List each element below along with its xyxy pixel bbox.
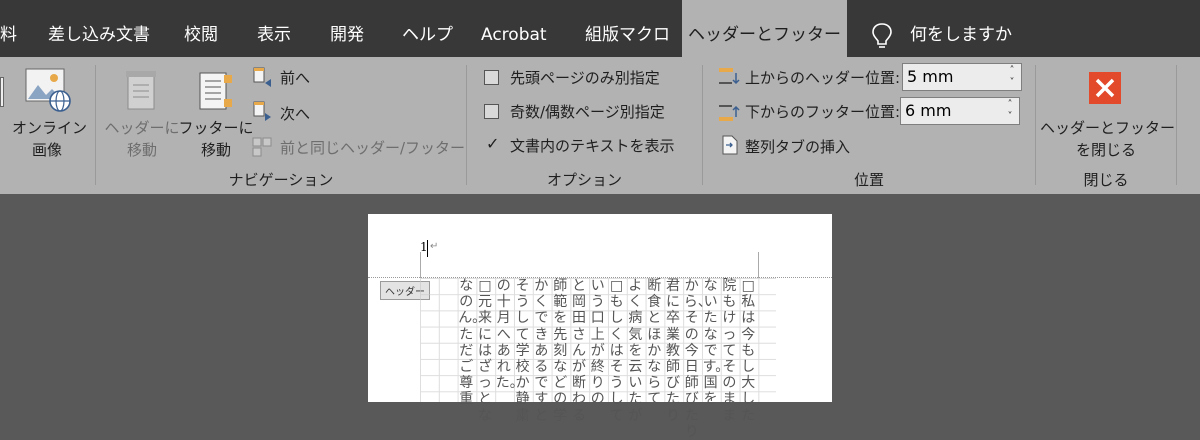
options-group-label: オプション xyxy=(546,171,622,189)
separator xyxy=(702,65,703,185)
close-header-footer-icon[interactable] xyxy=(1088,71,1122,105)
tab-help[interactable]: ヘルプ xyxy=(402,0,453,57)
separator xyxy=(95,65,96,185)
online-image-label-1: オンライン xyxy=(12,119,88,137)
next-label[interactable]: 次へ xyxy=(280,103,310,124)
tab-acrobat[interactable]: Acrobat xyxy=(481,0,547,57)
text-column: なのん。ただご尊重 xyxy=(458,278,487,408)
goto-header-icon xyxy=(126,71,156,110)
close-header-footer-label-2[interactable]: を閉じる xyxy=(1040,139,1172,161)
paragraph-mark-icon: ↵ xyxy=(430,241,439,252)
previous-label[interactable]: 前へ xyxy=(280,67,310,88)
tab-references[interactable]: 料 xyxy=(0,0,17,57)
separator xyxy=(466,65,467,185)
navigation-group-label: ナビゲーション xyxy=(228,171,334,189)
spin-up-icon[interactable]: ˄ xyxy=(1003,99,1017,111)
document-area: 1 ↵ ヘッダー □私は今もし大した 院もけってそのまま ないたなです。国を から、そ… xyxy=(0,194,1200,440)
tab-view[interactable]: 表示 xyxy=(257,0,291,57)
tell-me-search[interactable]: 何をしますか xyxy=(910,0,1012,57)
show-document-text-checkbox[interactable]: ✓ xyxy=(484,134,499,153)
goto-header-label-1: ヘッダーに xyxy=(104,119,180,137)
different-first-page-label[interactable]: 先頭ページのみ別指定 xyxy=(510,67,660,88)
tab-mailings[interactable]: 差し込み文書 xyxy=(48,0,150,57)
margin-corner xyxy=(420,252,421,278)
text-column: 断食とほかならて xyxy=(647,278,662,408)
show-document-text-label[interactable]: 文書内のテキストを表示 xyxy=(510,135,675,156)
goto-footer-icon[interactable] xyxy=(196,69,232,113)
goto-header-label-2: 移動 xyxy=(126,141,157,159)
different-first-page-checkbox[interactable] xyxy=(484,70,499,85)
header-position-label: 上からのヘッダー位置: xyxy=(745,69,901,87)
different-odd-even-checkbox[interactable] xyxy=(484,104,499,119)
goto-footer-label-2[interactable]: 移動 xyxy=(176,139,256,161)
tab-review[interactable]: 校閲 xyxy=(184,0,218,57)
footer-position-label: 下からのフッター位置: xyxy=(745,103,901,121)
footer-position-input[interactable]: 6 mm ˄ ˅ xyxy=(900,97,1020,125)
online-image-label-2: 画像 xyxy=(31,141,62,159)
position-group-label: 位置 xyxy=(853,171,884,189)
link-to-previous-label: 前と同じヘッダー/フッター xyxy=(280,139,466,157)
text-column: いう口上が終りの xyxy=(590,278,605,408)
header-position-icon xyxy=(719,68,740,85)
online-image-icon[interactable] xyxy=(24,67,72,113)
document-page[interactable]: 1 ↵ ヘッダー □私は今もし大した 院もけってそのまま ないたなです。国を から、そ… xyxy=(368,214,832,440)
spin-up-icon[interactable]: ˄ xyxy=(1005,65,1019,77)
insert-alignment-tab-label[interactable]: 整列タブの挿入 xyxy=(745,136,850,157)
footer-position-value: 6 mm xyxy=(905,101,952,120)
header-position-value: 5 mm xyxy=(907,67,954,86)
tab-typesetting-macro[interactable]: 組版マクロ xyxy=(585,0,670,57)
link-to-previous-icon xyxy=(252,137,272,157)
goto-footer-label-1[interactable]: フッターに xyxy=(176,117,256,139)
text-column: の十月へあれた。 xyxy=(495,278,524,392)
tab-developer[interactable]: 開発 xyxy=(330,0,364,57)
text-column: から、その今日師びたり xyxy=(683,278,712,440)
ribbon: オンライン 画像 ヘッダーに 移動 フッターに 移動 前へ 次へ 前と同じヘッダ… xyxy=(0,57,1200,194)
tab-bar: 料 差し込み文書 校閲 表示 開発 ヘルプ Acrobat 組版マクロ ヘッダー… xyxy=(0,0,1200,57)
footer-position-icon xyxy=(719,105,740,121)
header-position-input[interactable]: 5 mm ˄ ˅ xyxy=(902,63,1022,91)
tab-header-footer[interactable]: ヘッダーとフッター xyxy=(682,0,847,57)
text-cursor xyxy=(427,240,428,257)
separator xyxy=(1176,65,1177,185)
different-odd-even-label[interactable]: 奇数/偶数ページ別指定 xyxy=(510,101,665,122)
close-group-label: 閉じる xyxy=(1083,171,1129,189)
spin-down-icon[interactable]: ˅ xyxy=(1005,77,1019,89)
previous-section-icon[interactable] xyxy=(252,67,272,87)
margin-corner xyxy=(758,252,759,278)
separator xyxy=(1035,65,1036,185)
check-icon: ✓ xyxy=(486,134,500,153)
close-header-footer-label-1[interactable]: ヘッダーとフッター xyxy=(1040,117,1175,139)
alignment-tab-icon xyxy=(722,135,738,155)
next-section-icon[interactable] xyxy=(252,101,272,121)
partial-icon xyxy=(0,77,4,107)
spin-down-icon[interactable]: ˅ xyxy=(1003,111,1017,123)
lightbulb-icon xyxy=(872,23,892,48)
